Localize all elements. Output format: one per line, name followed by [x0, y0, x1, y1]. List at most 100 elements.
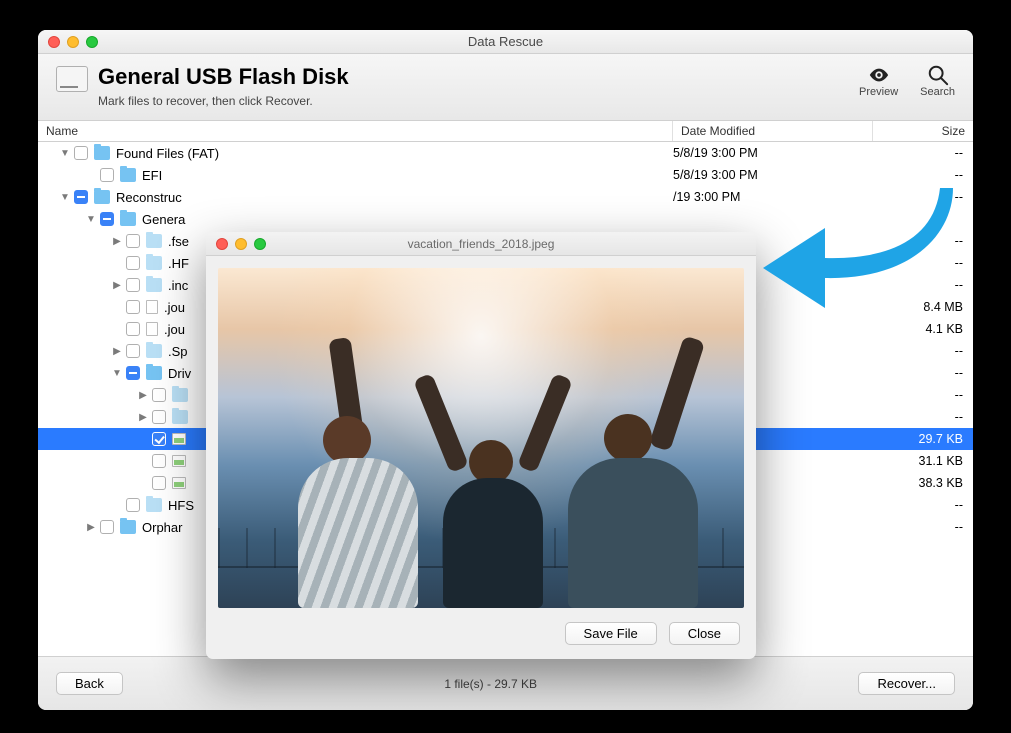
row-checkbox[interactable] — [126, 234, 140, 248]
table-row[interactable]: EFI5/8/19 3:00 PM-- — [38, 164, 973, 186]
row-checkbox[interactable] — [74, 146, 88, 160]
file-name: Found Files (FAT) — [116, 146, 673, 161]
file-size: 29.7 KB — [873, 432, 963, 446]
column-date[interactable]: Date Modified — [673, 121, 873, 141]
table-row[interactable]: ▼ Genera — [38, 208, 973, 230]
page-title: General USB Flash Disk — [98, 64, 349, 90]
folder-icon — [146, 366, 162, 380]
folder-icon — [146, 498, 162, 512]
search-label: Search — [920, 86, 955, 98]
row-checkbox[interactable] — [126, 278, 140, 292]
preview-image — [218, 268, 744, 608]
disclosure-triangle-icon[interactable]: ▶ — [136, 390, 150, 401]
file-size: -- — [873, 344, 963, 358]
column-size[interactable]: Size — [873, 121, 973, 141]
disclosure-triangle-icon[interactable]: ▶ — [110, 346, 124, 357]
row-checkbox[interactable] — [126, 256, 140, 270]
preview-window-title: vacation_friends_2018.jpeg — [206, 237, 756, 251]
recover-button[interactable]: Recover... — [858, 672, 955, 695]
file-size: -- — [873, 366, 963, 380]
image-file-icon — [172, 455, 186, 467]
file-size: 4.1 KB — [873, 322, 963, 336]
row-checkbox[interactable] — [126, 498, 140, 512]
file-size: -- — [873, 256, 963, 270]
disclosure-triangle-icon[interactable]: ▶ — [84, 522, 98, 533]
disclosure-triangle-icon[interactable]: ▼ — [84, 214, 98, 225]
row-checkbox[interactable] — [126, 300, 140, 314]
folder-icon — [94, 190, 110, 204]
back-button[interactable]: Back — [56, 672, 123, 695]
row-checkbox[interactable] — [152, 410, 166, 424]
folder-icon — [94, 146, 110, 160]
folder-icon — [120, 520, 136, 534]
row-checkbox[interactable] — [152, 476, 166, 490]
folder-icon — [172, 388, 188, 402]
disclosure-triangle-icon[interactable]: ▶ — [110, 280, 124, 291]
row-checkbox[interactable] — [126, 322, 140, 336]
file-name: EFI — [142, 168, 673, 183]
disclosure-triangle-icon[interactable]: ▼ — [110, 368, 124, 379]
image-file-icon — [172, 433, 186, 445]
file-size: -- — [873, 190, 963, 204]
row-checkbox[interactable] — [100, 520, 114, 534]
row-checkbox[interactable] — [152, 432, 166, 446]
disclosure-triangle-icon[interactable]: ▶ — [136, 412, 150, 423]
folder-icon — [146, 234, 162, 248]
column-name[interactable]: Name — [38, 121, 673, 141]
file-size: -- — [873, 410, 963, 424]
folder-icon — [120, 168, 136, 182]
file-size: -- — [873, 388, 963, 402]
columns-header: Name Date Modified Size — [38, 121, 973, 142]
table-row[interactable]: ▼ Found Files (FAT)5/8/19 3:00 PM-- — [38, 142, 973, 164]
preview-titlebar: vacation_friends_2018.jpeg — [206, 232, 756, 256]
file-date: 5/8/19 3:00 PM — [673, 146, 873, 160]
file-size: 38.3 KB — [873, 476, 963, 490]
page-subtitle: Mark files to recover, then click Recove… — [98, 94, 349, 108]
eye-icon — [867, 64, 891, 86]
window-title: Data Rescue — [38, 34, 973, 49]
file-name: Genera — [142, 212, 673, 227]
preview-label: Preview — [859, 86, 898, 98]
file-size: -- — [873, 278, 963, 292]
footer-status: 1 file(s) - 29.7 KB — [123, 677, 859, 691]
file-name: Reconstruc — [116, 190, 673, 205]
preview-button[interactable]: Preview — [859, 64, 898, 98]
row-checkbox[interactable] — [100, 168, 114, 182]
file-size: -- — [873, 234, 963, 248]
disclosure-triangle-icon[interactable]: ▼ — [58, 192, 72, 203]
row-checkbox[interactable] — [152, 388, 166, 402]
image-file-icon — [172, 477, 186, 489]
search-button[interactable]: Search — [920, 64, 955, 98]
file-icon — [146, 322, 158, 336]
row-checkbox[interactable] — [126, 366, 140, 380]
search-icon — [926, 64, 950, 86]
row-checkbox[interactable] — [74, 190, 88, 204]
row-checkbox[interactable] — [100, 212, 114, 226]
disclosure-triangle-icon[interactable]: ▶ — [110, 236, 124, 247]
drive-icon — [56, 66, 88, 92]
preview-window: vacation_friends_2018.jpeg Save File Clo… — [206, 232, 756, 659]
footer: Back 1 file(s) - 29.7 KB Recover... — [38, 656, 973, 710]
folder-icon — [172, 410, 188, 424]
preview-actions: Save File Close — [206, 616, 756, 659]
file-size: -- — [873, 520, 963, 534]
folder-icon — [146, 256, 162, 270]
main-titlebar: Data Rescue — [38, 30, 973, 54]
file-size: -- — [873, 168, 963, 182]
toolbar: General USB Flash Disk Mark files to rec… — [38, 54, 973, 121]
file-size: -- — [873, 498, 963, 512]
file-size: 8.4 MB — [873, 300, 963, 314]
disclosure-triangle-icon[interactable]: ▼ — [58, 148, 72, 159]
file-icon — [146, 300, 158, 314]
folder-icon — [146, 344, 162, 358]
close-preview-button[interactable]: Close — [669, 622, 740, 645]
file-date: 5/8/19 3:00 PM — [673, 168, 873, 182]
row-checkbox[interactable] — [126, 344, 140, 358]
file-size: -- — [873, 146, 963, 160]
row-checkbox[interactable] — [152, 454, 166, 468]
file-size: 31.1 KB — [873, 454, 963, 468]
folder-icon — [120, 212, 136, 226]
save-file-button[interactable]: Save File — [565, 622, 657, 645]
table-row[interactable]: ▼Reconstruc/19 3:00 PM-- — [38, 186, 973, 208]
folder-icon — [146, 278, 162, 292]
